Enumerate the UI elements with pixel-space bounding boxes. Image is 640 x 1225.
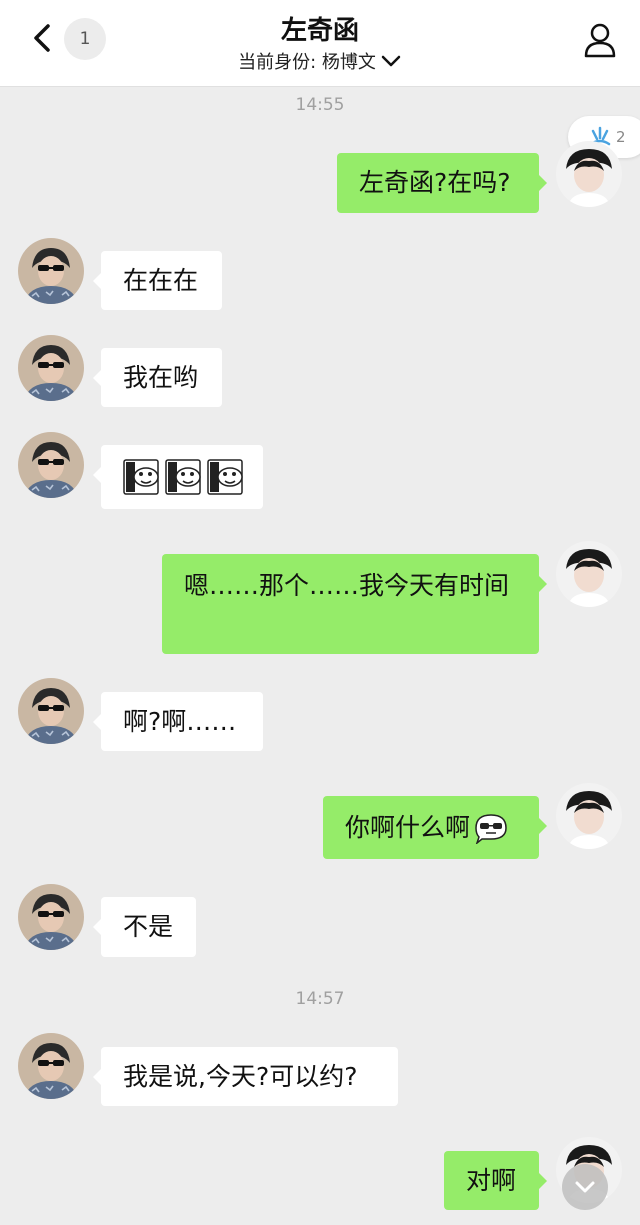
message-bubble-incoming[interactable]: 不是 (93, 897, 196, 957)
message-bubble-outgoing[interactable]: 对啊 (444, 1151, 547, 1210)
timestamp: 14:55 (295, 95, 345, 115)
scroll-to-bottom-button[interactable] (562, 1164, 608, 1210)
avatar-contact[interactable] (18, 238, 84, 304)
person-icon[interactable] (582, 20, 618, 60)
chat-header: 1 左奇函 当前身份: 杨博文 (0, 0, 640, 87)
avatar-contact[interactable] (18, 432, 84, 498)
message-text: 左奇函?在吗? (359, 168, 511, 197)
fish-sticker-icon (123, 458, 243, 496)
message-text: 对啊 (466, 1165, 517, 1195)
reaction-count: 2 (616, 128, 626, 146)
avatar-contact[interactable] (18, 1033, 84, 1099)
avatar-self[interactable] (556, 541, 622, 607)
chevron-down-icon (381, 55, 401, 67)
avatar-contact[interactable] (18, 884, 84, 950)
chevron-down-icon (575, 1181, 595, 1193)
sunglasses-face-icon (475, 813, 507, 844)
message-text: 啊?啊…… (123, 706, 237, 736)
message-bubble-outgoing[interactable]: 嗯……那个……我今天有时间 (162, 554, 547, 654)
message-text: 嗯……那个……我今天有时间 (184, 571, 510, 600)
message-bubble-outgoing[interactable]: 你啊什么啊 (323, 796, 547, 859)
message-text: 在在在 (123, 265, 199, 295)
message-bubble-incoming[interactable]: 我在哟 (93, 348, 222, 407)
avatar-self[interactable] (556, 783, 622, 849)
identity-switcher[interactable]: 当前身份: 杨博文 (0, 48, 640, 74)
message-text: 不是 (123, 912, 174, 941)
message-bubble-incoming[interactable]: 我是说,今天?可以约? (93, 1047, 398, 1106)
identity-label: 当前身份: 杨博文 (238, 52, 376, 73)
message-bubble-outgoing[interactable]: 左奇函?在吗? (337, 153, 547, 213)
timestamp: 14:57 (295, 989, 345, 1009)
message-text: 我在哟 (123, 362, 199, 392)
message-bubble-incoming[interactable]: 啊?啊…… (93, 692, 263, 751)
avatar-contact[interactable] (18, 678, 84, 744)
message-text: 你啊什么啊 (345, 812, 471, 842)
message-text: 我是说,今天?可以约? (123, 1061, 358, 1091)
chat-title: 左奇函 (280, 16, 359, 46)
message-bubble-incoming[interactable] (93, 445, 263, 509)
message-bubble-incoming[interactable]: 在在在 (93, 251, 222, 310)
avatar-self[interactable] (556, 141, 622, 207)
avatar-contact[interactable] (18, 335, 84, 401)
